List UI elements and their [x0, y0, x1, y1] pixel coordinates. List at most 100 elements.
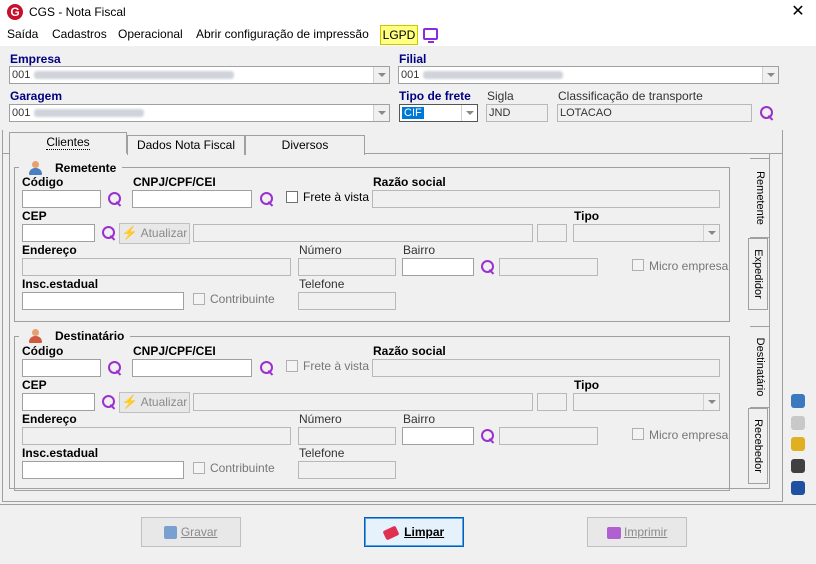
contribuinte-checkbox [193, 462, 205, 474]
search-icon[interactable] [759, 105, 775, 121]
cidade-field [193, 224, 533, 242]
destinatario-title: Destinatário [52, 329, 128, 343]
gravar-button[interactable]: Gravar [141, 517, 241, 547]
codigo-input[interactable] [22, 190, 101, 208]
micro-empresa-label: Micro empresa [649, 428, 729, 442]
divider [0, 504, 816, 505]
tab-dados-nota-fiscal[interactable]: Dados Nota Fiscal [127, 135, 245, 155]
save-icon [164, 526, 178, 540]
person-icon [28, 329, 42, 343]
chevron-down-icon[interactable] [461, 105, 477, 121]
cnpj-label: CNPJ/CPF/CEI [133, 175, 216, 189]
garagem-label: Garagem [10, 89, 63, 103]
atualizar-button[interactable]: ⚡ Atualizar [119, 392, 190, 413]
users-icon[interactable] [791, 437, 805, 451]
chevron-down-icon[interactable] [373, 105, 389, 121]
tab-diversos[interactable]: Diversos [245, 135, 365, 155]
empresa-label: Empresa [10, 52, 61, 66]
micro-empresa-checkbox [632, 259, 644, 271]
remetente-title: Remetente [52, 161, 120, 175]
person-icon [28, 161, 42, 175]
limpar-button[interactable]: Limpar [364, 517, 464, 547]
lightning-icon: ⚡ [121, 394, 138, 409]
close-icon[interactable]: ✕ [788, 2, 808, 22]
telefone-label: Telefone [299, 277, 345, 291]
contribuinte-label: Contribuinte [210, 292, 275, 306]
hand-icon[interactable] [791, 416, 805, 430]
endereco-label: Endereço [22, 412, 77, 426]
atualizar-button[interactable]: ⚡ Atualizar [119, 223, 190, 244]
menu-operacional[interactable]: Operacional [118, 27, 183, 41]
frete-a-vista-checkbox[interactable] [286, 191, 298, 203]
codigo-label: Código [22, 175, 64, 189]
razao-social-field [372, 190, 720, 208]
menu-cadastros[interactable]: Cadastros [52, 27, 107, 41]
printer-icon [606, 526, 621, 539]
numero-label: Número [299, 243, 342, 257]
globe-icon[interactable] [791, 394, 805, 408]
book-icon[interactable] [791, 481, 805, 495]
uf-field [537, 224, 567, 242]
menu-config-impressao[interactable]: Abrir configuração de impressão [196, 27, 369, 41]
insc-estadual-input[interactable] [22, 461, 184, 479]
filial-select[interactable]: 001 [398, 66, 779, 84]
side-tab-destinatario[interactable]: Destinatário [750, 326, 770, 408]
imprimir-button[interactable]: Imprimir [587, 517, 687, 547]
search-icon[interactable] [101, 225, 117, 241]
frete-a-vista-label: Frete à vista [303, 359, 370, 373]
codigo-label: Código [22, 344, 64, 358]
chevron-down-icon[interactable] [373, 67, 389, 83]
window-title: CGS - Nota Fiscal [29, 5, 126, 19]
side-tab-expedidor[interactable]: Expedidor [748, 238, 768, 310]
monitor-icon[interactable] [423, 28, 438, 43]
search-icon[interactable] [101, 394, 117, 410]
cep-input[interactable] [22, 224, 95, 242]
search-icon[interactable] [107, 360, 123, 376]
telefone-field [298, 461, 396, 479]
telefone-field [298, 292, 396, 310]
cidade-field [193, 393, 533, 411]
telefone-label: Telefone [299, 446, 345, 460]
endereco-field [22, 258, 291, 276]
bairro-nome-field [499, 427, 598, 445]
app-logo-icon: G [7, 4, 23, 20]
endereco-field [22, 427, 291, 445]
bairro-input[interactable] [402, 427, 474, 445]
menu-lgpd[interactable]: LGPD [380, 25, 418, 45]
search-icon[interactable] [259, 360, 275, 376]
codigo-input[interactable] [22, 359, 101, 377]
edit-user-icon[interactable] [791, 459, 805, 473]
search-icon[interactable] [480, 428, 496, 444]
chevron-down-icon[interactable] [762, 67, 778, 83]
sigla-field: JND [486, 104, 548, 122]
garagem-select[interactable]: 001 [9, 104, 390, 122]
frete-a-vista-checkbox [286, 360, 298, 372]
numero-field [298, 258, 396, 276]
tipo-frete-select[interactable]: CIF [399, 104, 478, 122]
tipo-label: Tipo [574, 209, 600, 223]
empresa-select[interactable]: 001 [9, 66, 390, 84]
razao-social-label: Razão social [373, 344, 446, 358]
endereco-label: Endereço [22, 243, 77, 257]
cep-label: CEP [22, 378, 47, 392]
tab-clientes[interactable]: Clientes [9, 132, 127, 154]
side-tab-remetente[interactable]: Remetente [750, 158, 770, 238]
menu-saida[interactable]: Saída [7, 27, 38, 41]
frete-a-vista-label: Frete à vista [303, 190, 370, 204]
bairro-label: Bairro [403, 243, 436, 257]
menu-bar: Saída Cadastros Operacional Abrir config… [0, 24, 816, 46]
sigla-label: Sigla [487, 89, 514, 103]
search-icon[interactable] [259, 191, 275, 207]
search-icon[interactable] [107, 191, 123, 207]
bairro-label: Bairro [403, 412, 436, 426]
cnpj-label: CNPJ/CPF/CEI [133, 344, 216, 358]
insc-estadual-input[interactable] [22, 292, 184, 310]
search-icon[interactable] [480, 259, 496, 275]
bairro-input[interactable] [402, 258, 474, 276]
lightning-icon: ⚡ [121, 225, 138, 240]
cep-input[interactable] [22, 393, 95, 411]
cnpj-input[interactable] [132, 190, 252, 208]
cnpj-input[interactable] [132, 359, 252, 377]
side-tab-recebedor[interactable]: Recebedor [748, 408, 768, 484]
bairro-nome-field [499, 258, 598, 276]
